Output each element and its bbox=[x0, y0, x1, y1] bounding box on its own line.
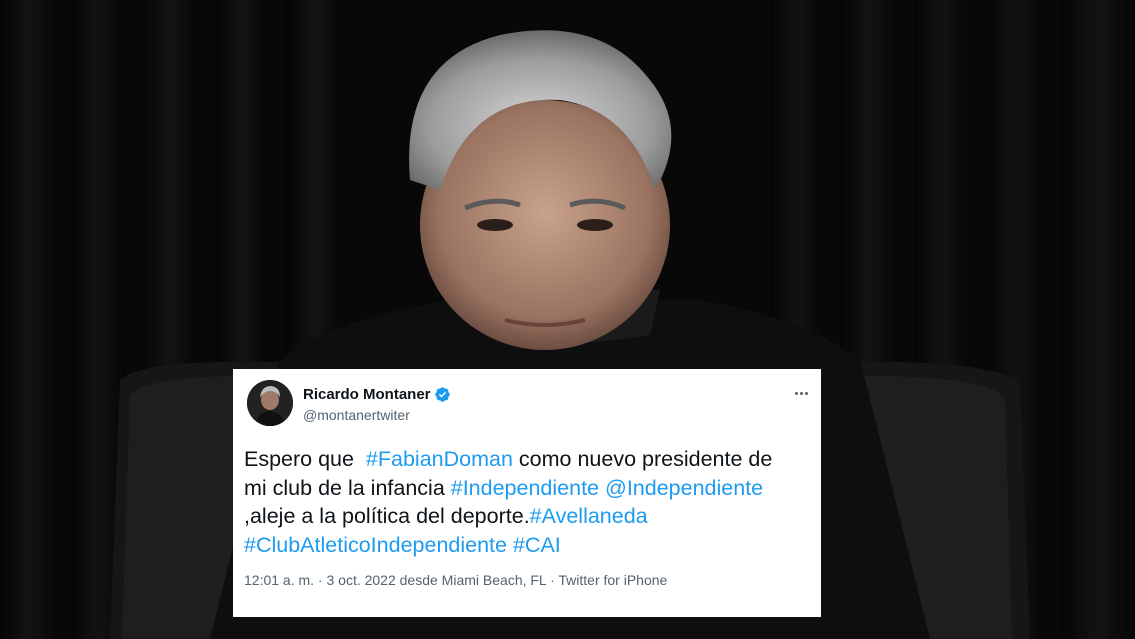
avatar[interactable] bbox=[247, 380, 293, 426]
tweet-text-line: ,aleje a la política del deporte.#Avella… bbox=[244, 502, 814, 531]
more-options-icon[interactable] bbox=[791, 383, 811, 403]
tweet-text-line: Espero que #FabianDoman como nuevo presi… bbox=[244, 445, 814, 474]
tweet-text-segment: mi club de la infancia bbox=[244, 475, 451, 500]
tweet-card[interactable]: Ricardo Montaner @montanertwiter Espero … bbox=[233, 369, 821, 617]
hashtag-link[interactable]: #ClubAtleticoIndependiente bbox=[244, 533, 507, 557]
tweet-meta[interactable]: 12:01 a. m. · 3 oct. 2022 desde Miami Be… bbox=[244, 572, 667, 588]
hashtag-link[interactable]: #FabianDoman bbox=[366, 447, 513, 471]
handle[interactable]: @montanertwiter bbox=[303, 407, 410, 423]
display-name[interactable]: Ricardo Montaner bbox=[303, 386, 431, 403]
mention-link[interactable]: @Independiente bbox=[605, 476, 763, 500]
tweet-text-segment: ,aleje a la política del deporte. bbox=[244, 504, 530, 528]
tweet-text: Espero que #FabianDoman como nuevo presi… bbox=[244, 445, 814, 559]
tweet-text-line: mi club de la infancia #Independiente @I… bbox=[244, 474, 814, 503]
verified-badge-icon bbox=[435, 387, 450, 402]
hashtag-link[interactable]: #Independiente bbox=[451, 476, 599, 500]
tweet-text-segment: como nuevo presidente de bbox=[512, 447, 773, 471]
tweet-text-line: #ClubAtleticoIndependiente #CAI bbox=[244, 531, 814, 560]
tweet-text-segment: Espero que bbox=[244, 447, 366, 471]
hashtag-link[interactable]: #CAI bbox=[513, 533, 561, 557]
hashtag-link[interactable]: #Avellaneda bbox=[530, 504, 648, 528]
